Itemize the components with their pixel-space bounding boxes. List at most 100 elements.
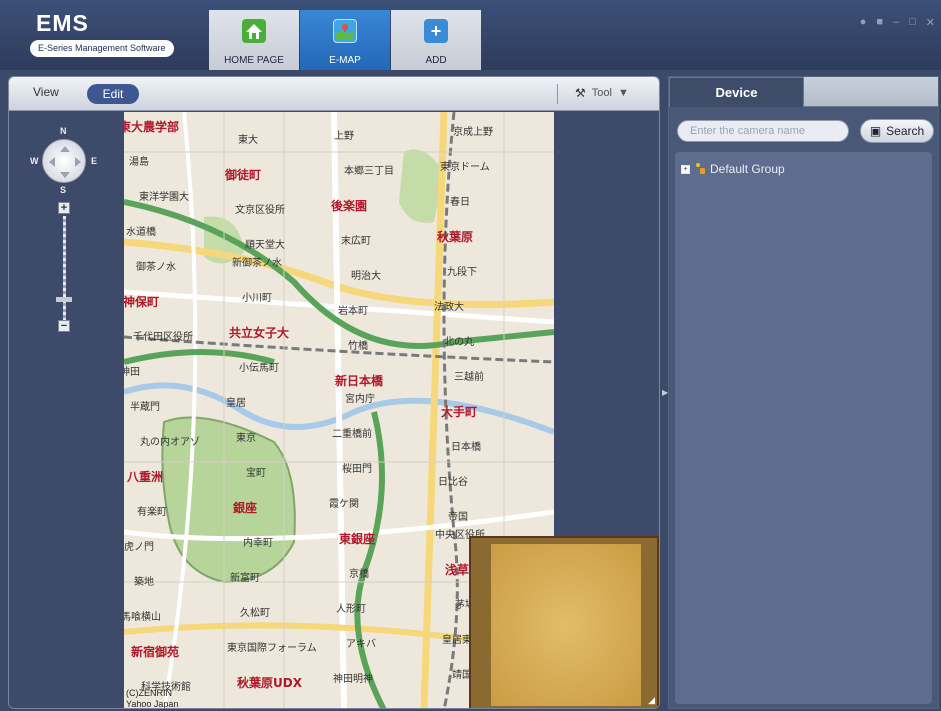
map-copyright: (C)ZENRIN xyxy=(126,688,172,698)
compass-n: N xyxy=(60,126,67,136)
compass-pan-icon[interactable] xyxy=(42,139,86,183)
map-label: 東京ドーム xyxy=(440,162,490,173)
expand-icon[interactable]: + xyxy=(681,164,690,174)
map-label: 馬喰横山 xyxy=(124,612,161,623)
map-label: 八重洲 xyxy=(127,470,164,484)
map-label: 新御茶ノ水 xyxy=(232,258,282,269)
map-label: 小伝馬町 xyxy=(239,363,279,374)
home-icon xyxy=(242,19,266,43)
map-label: 内幸町 xyxy=(243,538,273,549)
app-logo: EMS E-Series Management Software xyxy=(30,10,180,62)
app-subtitle: E-Series Management Software xyxy=(30,40,174,57)
compass-s: S xyxy=(60,185,67,195)
map-label: 御茶ノ水 xyxy=(136,262,176,273)
zoom-in-button[interactable]: + xyxy=(58,202,70,214)
map-label: 虎ノ門 xyxy=(124,542,154,553)
map-label: 秋葉原 xyxy=(437,230,474,244)
tool-label: Tool xyxy=(591,87,612,99)
minimize-icon[interactable]: – xyxy=(893,16,899,29)
map-label: 皇居 xyxy=(226,398,246,409)
map-label: 銀座 xyxy=(233,501,258,515)
map-label: 東洋学園大 xyxy=(139,192,189,203)
toolbar-divider xyxy=(557,84,558,104)
zoom-out-button[interactable]: − xyxy=(58,320,70,332)
zoom-slider-thumb[interactable] xyxy=(56,297,72,302)
nav-tab-add[interactable]: + ADD xyxy=(391,10,481,70)
map-toolbar: View Edit ⚒ Tool ▼ xyxy=(9,77,659,111)
close-icon[interactable]: ✕ xyxy=(926,16,935,29)
nav-tab-home[interactable]: HOME PAGE xyxy=(209,10,299,70)
map-label: 竹橋 xyxy=(348,341,368,352)
chevron-down-icon: ▼ xyxy=(617,87,629,99)
zoom-slider-track[interactable] xyxy=(63,216,66,320)
nav-tab-emap-label: E-MAP xyxy=(329,55,361,66)
window-controls: ● ■ – □ ✕ xyxy=(860,16,935,29)
map-label: 順天堂大 xyxy=(245,240,285,251)
map-label: 宮内庁 xyxy=(345,394,375,405)
map-label: 新日本橋 xyxy=(335,374,384,388)
map-label: 文京区役所 xyxy=(235,205,285,216)
nav-tab-emap[interactable]: E-MAP xyxy=(300,10,390,70)
view-button[interactable]: View xyxy=(33,85,59,99)
user-icon[interactable]: ● xyxy=(860,16,867,29)
map-label: 神田明神 xyxy=(333,674,373,685)
compass-e: E xyxy=(91,156,98,166)
map-label: 東銀座 xyxy=(339,532,376,546)
nav-tab-add-label: ADD xyxy=(425,55,447,66)
group-icon xyxy=(694,163,706,175)
map-label: 新宿御苑 xyxy=(131,645,180,659)
map-label: 御徒町 xyxy=(225,168,262,182)
device-tree: + Default Group xyxy=(675,152,932,704)
map-label: 神田 xyxy=(124,367,140,378)
nav-tab-home-label: HOME PAGE xyxy=(224,55,284,66)
map-label: 東大 xyxy=(238,135,258,146)
map-label: 小川町 xyxy=(242,293,272,304)
map-label: 京成上野 xyxy=(453,127,493,138)
tab-bar-background xyxy=(804,77,938,107)
map-label: アキバ xyxy=(346,639,376,650)
map-label: 末広町 xyxy=(341,236,371,247)
map-label: 丸の内オアゾ xyxy=(140,437,200,448)
map-label: 日比谷 xyxy=(438,477,468,488)
map-label: 明治大 xyxy=(351,271,381,282)
map-label: 水道橋 xyxy=(126,227,156,238)
map-panel: View Edit ⚒ Tool ▼ N S W E + − 東大農学部 東大 … xyxy=(8,76,660,709)
lock-icon[interactable]: ■ xyxy=(876,16,883,29)
map-label: 本郷三丁目 xyxy=(344,166,394,177)
compass-control: N S W E xyxy=(29,126,99,198)
map-label: 湯島 xyxy=(129,157,149,168)
tree-item-default-group[interactable]: + Default Group xyxy=(681,162,785,176)
resize-icon[interactable]: ◢ xyxy=(648,695,655,706)
map-label: 京橋 xyxy=(349,569,369,580)
maximize-icon[interactable]: □ xyxy=(909,16,916,29)
tree-item-label: Default Group xyxy=(710,162,785,176)
overview-map-image xyxy=(491,544,641,706)
map-label: 神保町 xyxy=(124,295,160,309)
map-label: 三越前 xyxy=(454,372,484,383)
binoculars-icon: ▣ xyxy=(869,124,882,138)
map-label: 後楽園 xyxy=(331,199,368,213)
map-label: 築地 xyxy=(134,577,154,588)
map-label: 二重橋前 xyxy=(332,429,372,440)
map-label: 九段下 xyxy=(447,267,477,278)
map-label: 桜田門 xyxy=(342,464,372,475)
tool-dropdown[interactable]: ⚒ Tool ▼ xyxy=(575,86,629,100)
search-button[interactable]: ▣ Search xyxy=(860,119,934,143)
map-label: 人形町 xyxy=(336,604,366,615)
tab-device[interactable]: Device xyxy=(669,77,804,107)
app-header: EMS E-Series Management Software HOME PA… xyxy=(0,0,941,70)
map-label: 宝町 xyxy=(246,468,266,479)
map-label: 北の丸 xyxy=(444,337,474,348)
device-panel: Device ▣ Search + Default Group xyxy=(668,76,939,709)
edit-button[interactable]: Edit xyxy=(87,84,139,104)
map-label: 東大農学部 xyxy=(124,120,180,134)
map-label: 久松町 xyxy=(240,608,270,619)
map-label: 帝国 xyxy=(448,512,468,523)
map-label: 千代田区役所 xyxy=(133,332,193,343)
overview-minimap[interactable]: ◢ xyxy=(469,536,659,708)
map-label: 東京国際フォーラム xyxy=(227,643,317,654)
camera-search-input[interactable] xyxy=(677,120,849,142)
map-attribution: Yahoo Japan xyxy=(126,699,179,709)
compass-w: W xyxy=(30,156,39,166)
map-label: 日本橋 xyxy=(451,442,481,453)
